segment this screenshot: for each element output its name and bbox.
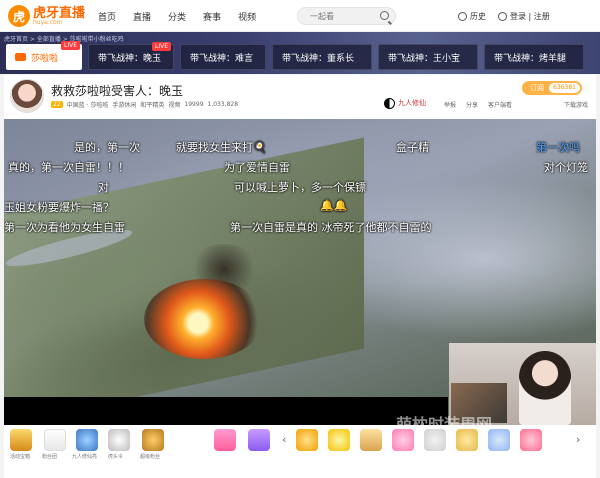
tab-label: 带飞战神：晚玉	[98, 53, 162, 64]
explosion	[144, 279, 264, 359]
tab-kaoyangtui[interactable]: 带飞战神：烤羊腿	[484, 44, 584, 70]
room-info-bar: 救救莎啦啦受害人：晚玉 22 中国蓝 · 莎啦啦 手游休闲 和平精英 视频 19…	[4, 75, 596, 119]
download-game-link[interactable]: 下载游戏	[564, 100, 588, 109]
tiger-logo-icon: 虎	[8, 5, 30, 27]
next-arrow-icon[interactable]: ›	[576, 433, 580, 446]
top-navbar: 虎 虎牙直播 huya.com 首页 直播 分类 赛事 视频 历史 登录 | 注…	[0, 0, 600, 32]
history-link[interactable]: 历史	[470, 11, 486, 22]
logo-domain: huya.com	[33, 18, 63, 26]
danmu-message: 盒子精	[396, 141, 429, 154]
prev-arrow-icon[interactable]: ‹	[282, 433, 286, 446]
room-tabs: 莎啦啦 LIVE 带飞战神：晚玉 LIVE 带飞战神：难言 带飞战神：董系长 带…	[6, 41, 584, 70]
danmu-message: 玉姐女粉要爆炸一播？	[4, 201, 114, 214]
nav-live[interactable]: 直播	[133, 10, 151, 23]
tab-label: 带飞战神：王小宝	[388, 53, 461, 64]
camera-icon	[15, 53, 26, 61]
video-link[interactable]: 视频	[168, 100, 180, 109]
tab-label: 莎啦啦	[31, 53, 59, 64]
game-tag[interactable]: 和平精英	[140, 100, 164, 109]
danmu-message: 第一次吗	[536, 141, 580, 154]
sticker-icon[interactable]	[424, 429, 446, 451]
nav-home[interactable]: 首页	[98, 10, 116, 23]
room-actions: 举报 分享 客户端看	[444, 100, 512, 109]
level-badge: 22	[51, 101, 63, 108]
tab-wangxiaobao[interactable]: 带飞战神：王小宝	[378, 44, 478, 70]
live-badge: LIVE	[60, 41, 80, 50]
subscribe-count: 636381	[549, 83, 580, 93]
danmu-message: 为了爱情自雷	[224, 161, 290, 174]
room-meta: 22 中国蓝 · 莎啦啦 手游休闲 和平精英 视频 19999 1,033,82…	[51, 100, 238, 109]
tab-dongxizhang[interactable]: 带飞战神：董系长	[272, 44, 372, 70]
logo-text: 虎牙直播	[33, 5, 86, 21]
streamer-figure	[519, 351, 571, 425]
video-player[interactable]: 是的，第一次 就要找女生来打🍳 盒子精 第一次吗 真的，第一次自雷！！！ 为了爱…	[4, 119, 596, 425]
gift-bar: ‹ › 活动宝箱 粉丝团 九人修仙亮 虎头令 超级粉丝	[4, 425, 596, 478]
lucky-bag-icon[interactable]	[214, 429, 236, 451]
nav-videos[interactable]: 视频	[238, 10, 256, 23]
gift-label: 活动宝箱	[10, 454, 31, 460]
danmu-message: 🔔🔔	[320, 199, 348, 212]
danmu-message: 真的，第一次自雷！！！	[8, 161, 129, 174]
tab-wanyu[interactable]: 带飞战神：晚玉 LIVE	[88, 42, 174, 70]
gift-label: 虎头令	[108, 454, 124, 460]
nav-category[interactable]: 分类	[168, 10, 186, 23]
client-button[interactable]: 客户端看	[488, 100, 512, 109]
star-icon[interactable]	[296, 429, 318, 451]
danmu-message: 可以喊上萝卜，多一个保镖	[234, 181, 366, 194]
guild-name: 九人修仙	[398, 99, 426, 107]
gift-label: 粉丝团	[42, 454, 58, 460]
drink-icon[interactable]	[360, 429, 382, 451]
gift-label: 九人修仙亮	[72, 454, 98, 460]
search-box[interactable]	[297, 7, 396, 25]
user-nav: 历史 登录 | 注册	[458, 0, 562, 32]
register-link[interactable]: 注册	[534, 11, 550, 22]
crown-icon[interactable]	[328, 429, 350, 451]
tab-label: 带飞战神：难言	[190, 53, 254, 64]
danmu-message: 对个灯笼	[544, 161, 588, 174]
room-title: 救救莎啦啦受害人：晚玉	[51, 84, 184, 98]
fan-club-icon[interactable]	[44, 429, 66, 451]
history-icon[interactable]	[458, 11, 467, 21]
danmu-message: 是的，第一次	[74, 141, 140, 154]
gift-label: 超级粉丝	[140, 454, 161, 460]
subscribe-button[interactable]: 订阅 636381	[522, 81, 582, 95]
danmu-message: 对	[98, 181, 109, 194]
report-button[interactable]: 举报	[444, 100, 456, 109]
huya-logo[interactable]: 虎 虎牙直播 huya.com	[8, 5, 85, 27]
danmu-message: 第一次自雷是真的 冰帝死了他都不自雷的	[230, 221, 432, 234]
tiger-token-icon[interactable]	[108, 429, 130, 451]
letterbox-bar	[4, 397, 448, 425]
yin-yang-icon	[384, 97, 395, 109]
tab-nanyan[interactable]: 带飞战神：难言	[180, 44, 266, 70]
bomb-icon[interactable]	[456, 429, 478, 451]
guild-badge[interactable]: 九人修仙	[384, 96, 426, 110]
views-count: 1,033,828	[207, 101, 239, 108]
main-nav: 首页 直播 分类 赛事 视频	[98, 0, 273, 32]
search-input[interactable]	[310, 10, 380, 22]
share-button[interactable]: 分享	[466, 100, 478, 109]
live-badge: LIVE	[151, 42, 171, 51]
fans-count: 19999	[184, 101, 204, 108]
super-fan-icon[interactable]	[142, 429, 164, 451]
user-icon[interactable]	[498, 11, 507, 21]
love-icon[interactable]	[520, 429, 542, 451]
host-name[interactable]: 中国蓝 · 莎啦啦	[67, 100, 109, 109]
danmu-message: 就要找女生来打🍳	[176, 141, 267, 154]
gift-box-icon[interactable]	[248, 429, 270, 451]
tab-label: 带飞战神：董系长	[282, 53, 355, 64]
site-watermark: 萌枕时装周网	[396, 415, 493, 425]
streamer-avatar[interactable]	[10, 79, 44, 113]
nav-events[interactable]: 赛事	[203, 10, 221, 23]
subscribe-label: 订阅	[530, 84, 544, 92]
treasure-chest-icon[interactable]	[10, 429, 32, 451]
danmu-message: 第一次为看他为女生自雷	[4, 221, 125, 234]
category-tag[interactable]: 手游休闲	[112, 100, 136, 109]
bottle-icon[interactable]	[488, 429, 510, 451]
login-link[interactable]: 登录	[510, 11, 526, 22]
tab-main-room[interactable]: 莎啦啦 LIVE	[6, 41, 82, 70]
glowstick-icon[interactable]	[76, 429, 98, 451]
tab-label: 带飞战神：烤羊腿	[494, 53, 567, 64]
search-icon[interactable]	[380, 11, 389, 20]
heart-icon[interactable]	[392, 429, 414, 451]
